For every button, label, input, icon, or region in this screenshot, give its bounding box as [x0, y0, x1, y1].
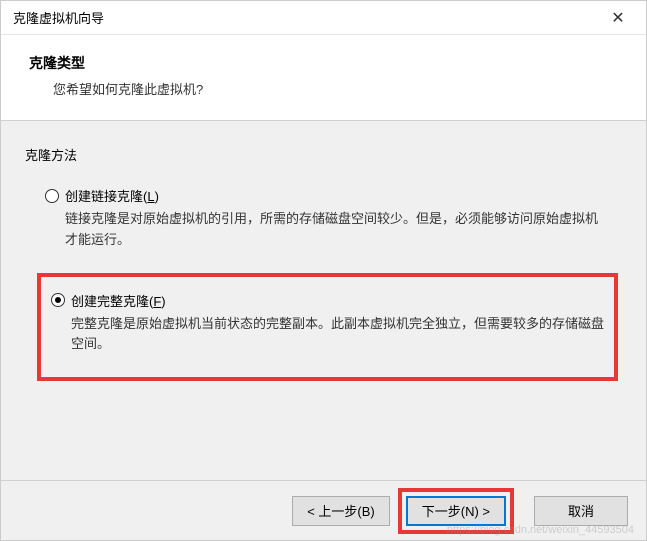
radio-desc-linked: 链接克隆是对原始虚拟机的引用，所需的存储磁盘空间较少。但是，必须能够访问原始虚拟… — [65, 209, 605, 251]
content-area: 克隆方法 创建链接克隆(L) 链接克隆是对原始虚拟机的引用，所需的存储磁盘空间较… — [1, 121, 646, 480]
radio-row: 创建链接克隆(L) — [45, 186, 618, 205]
radio-label-linked: 创建链接克隆(L) — [65, 186, 159, 205]
cancel-button[interactable]: 取消 — [534, 496, 628, 526]
header-title: 克隆类型 — [29, 53, 618, 73]
radio-option-full[interactable]: 创建完整克隆(F) 完整克隆是原始虚拟机当前状态的完整副本。此副本虚拟机完全独立… — [47, 287, 608, 360]
radio-label-full: 创建完整克隆(F) — [71, 291, 166, 310]
section-label: 克隆方法 — [25, 145, 622, 164]
window-title: 克隆虚拟机向导 — [13, 8, 104, 27]
close-icon: ✕ — [611, 8, 624, 28]
button-bar: < 上一步(B) 下一步(N) > 取消 — [1, 480, 646, 540]
radio-desc-full: 完整克隆是原始虚拟机当前状态的完整副本。此副本虚拟机完全独立，但需要较多的存储磁… — [71, 314, 604, 356]
wizard-dialog: 克隆虚拟机向导 ✕ 克隆类型 您希望如何克隆此虚拟机? 克隆方法 创建链接克隆(… — [0, 0, 647, 541]
radio-indicator-icon — [45, 189, 59, 203]
header-subtitle: 您希望如何克隆此虚拟机? — [29, 79, 618, 98]
highlighted-option-box: 创建完整克隆(F) 完整克隆是原始虚拟机当前状态的完整副本。此副本虚拟机完全独立… — [37, 273, 618, 382]
radio-indicator-icon — [51, 293, 65, 307]
radio-row: 创建完整克隆(F) — [51, 291, 604, 310]
titlebar: 克隆虚拟机向导 ✕ — [1, 1, 646, 35]
close-button[interactable]: ✕ — [598, 4, 638, 32]
radio-option-linked[interactable]: 创建链接克隆(L) 链接克隆是对原始虚拟机的引用，所需的存储磁盘空间较少。但是，… — [41, 182, 622, 255]
highlighted-button-box: 下一步(N) > — [398, 488, 514, 534]
next-button[interactable]: 下一步(N) > — [406, 496, 506, 526]
header-section: 克隆类型 您希望如何克隆此虚拟机? — [1, 35, 646, 121]
back-button[interactable]: < 上一步(B) — [292, 496, 390, 526]
